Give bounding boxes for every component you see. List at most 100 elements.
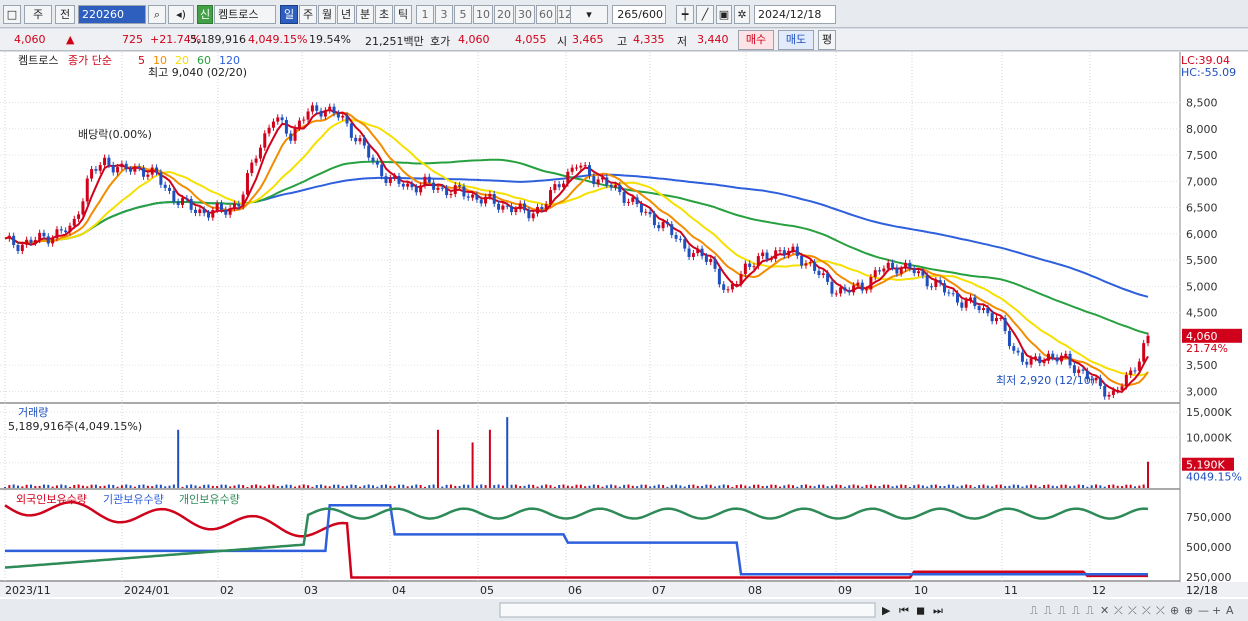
- volume-bar: [86, 486, 89, 488]
- candle-body: [683, 239, 687, 249]
- candle-body: [826, 273, 830, 282]
- interval-tab-2[interactable]: 월: [318, 5, 336, 24]
- interval-tab-3[interactable]: 년: [337, 5, 355, 24]
- tool-icon: ⎍: [1058, 604, 1066, 617]
- candle-body: [795, 246, 799, 256]
- prev-button[interactable]: 전: [55, 5, 75, 24]
- candle-body: [1055, 357, 1059, 362]
- volume-bar: [159, 484, 162, 488]
- date-field[interactable]: 2024/12/18: [754, 5, 836, 24]
- chart-area[interactable]: 8,500 8,000 7,500 7,000 6,500 6,000 5,500 5,000…: [0, 52, 1248, 621]
- volume-bar: [722, 484, 725, 488]
- interval-tab-0[interactable]: 일: [280, 5, 298, 24]
- count-button-3[interactable]: 3: [435, 5, 453, 24]
- volume-bar: [982, 484, 985, 488]
- candle-body: [631, 197, 635, 202]
- interval-tab-5[interactable]: 초: [375, 5, 393, 24]
- candle-body: [1133, 370, 1137, 372]
- volume-bar: [887, 484, 890, 488]
- candle-body: [981, 308, 985, 311]
- count-button-60[interactable]: 60: [536, 5, 556, 24]
- candle-body: [492, 194, 496, 204]
- candle-body: [947, 292, 951, 294]
- volume-bar: [939, 485, 942, 488]
- period-type-select[interactable]: 주: [24, 5, 52, 24]
- candle-icon[interactable]: ┿: [676, 5, 694, 24]
- interval-tab-6[interactable]: 틱: [394, 5, 412, 24]
- volume-bar: [882, 484, 885, 488]
- volume-bar: [757, 484, 760, 488]
- volume-bar: [614, 485, 617, 488]
- volume-bar: [68, 486, 71, 488]
- count-button-1[interactable]: 1: [416, 5, 434, 24]
- search-icon[interactable]: ⌕: [148, 5, 166, 24]
- volume-bar: [190, 484, 193, 488]
- count-button-10[interactable]: 10: [473, 5, 493, 24]
- interval-tab-1[interactable]: 주: [299, 5, 317, 24]
- candle-body: [843, 287, 847, 291]
- volume-bar: [553, 486, 556, 488]
- candle-body: [1116, 389, 1120, 391]
- candle-body: [536, 206, 540, 214]
- volume-bar: [744, 485, 747, 488]
- legend-stock-name: 켐트로스: [18, 54, 58, 67]
- volume-bar: [1060, 484, 1063, 488]
- volume-bar: [1025, 485, 1028, 488]
- stock-name[interactable]: 켐트로스: [214, 5, 276, 24]
- candle-body: [68, 225, 72, 233]
- volume-bar: [558, 484, 561, 488]
- count-button-20[interactable]: 20: [494, 5, 514, 24]
- volume-bar: [740, 484, 743, 488]
- candle-body: [739, 274, 743, 285]
- dividend-annotation: 배당락(0.00%): [78, 128, 152, 141]
- total-bars: /600: [638, 8, 663, 21]
- candle-body: [129, 169, 133, 172]
- count-select[interactable]: ▾: [570, 5, 608, 24]
- turnover-rate: 19.54%: [309, 33, 351, 46]
- volume-bar: [285, 484, 288, 488]
- candle-body: [384, 176, 388, 183]
- eval-button[interactable]: 평: [818, 30, 836, 50]
- chart-svg[interactable]: 8,500 8,000 7,500 7,000 6,500 6,000 5,500 5,000…: [0, 52, 1248, 621]
- candle-body: [306, 111, 310, 120]
- volume-bar: [662, 485, 665, 488]
- volume-bar: [168, 485, 171, 488]
- volume-bar: [1108, 484, 1111, 488]
- candle-body: [1072, 365, 1076, 373]
- stock-code-input[interactable]: 220260: [78, 5, 146, 24]
- sell-button[interactable]: 매도: [778, 30, 814, 50]
- candle-body: [224, 209, 228, 215]
- tool-icon: —: [1198, 604, 1209, 617]
- candle-body: [644, 211, 648, 213]
- volume-bar: [549, 485, 552, 488]
- gear-icon[interactable]: ✲: [734, 5, 750, 24]
- count-button-30[interactable]: 30: [515, 5, 535, 24]
- ask-price: 4,060: [458, 33, 490, 46]
- count-button-5[interactable]: 5: [454, 5, 472, 24]
- volume-bar: [116, 486, 119, 488]
- bar-count-field[interactable]: 265/600: [612, 5, 666, 24]
- open-price: 3,465: [572, 33, 604, 46]
- line-tool-icon[interactable]: ╱: [696, 5, 714, 24]
- speaker-icon[interactable]: ◂): [168, 5, 194, 24]
- candle-body: [583, 165, 587, 167]
- candle-body: [743, 263, 747, 275]
- window-icon[interactable]: □: [3, 5, 21, 24]
- volume-bar: [921, 485, 924, 488]
- interval-tab-4[interactable]: 분: [356, 5, 374, 24]
- candle-body: [124, 163, 128, 170]
- candle-body: [713, 259, 717, 269]
- candle-body: [956, 293, 959, 303]
- volume-bar: [501, 485, 504, 488]
- quote-bar: 4,060 ▲ 725 +21.74% 5,189,916 4,049.15% …: [0, 29, 1248, 51]
- candle-body: [466, 196, 470, 198]
- save-icon[interactable]: ▣: [716, 5, 732, 24]
- buy-button[interactable]: 매수: [738, 30, 774, 50]
- volume-bar: [237, 484, 240, 488]
- volume-bar: [1129, 484, 1132, 488]
- volume-bar: [445, 484, 448, 488]
- candle-body: [137, 166, 141, 169]
- volume-bar: [203, 484, 206, 488]
- candle-body: [25, 239, 29, 245]
- candle-body: [375, 161, 379, 165]
